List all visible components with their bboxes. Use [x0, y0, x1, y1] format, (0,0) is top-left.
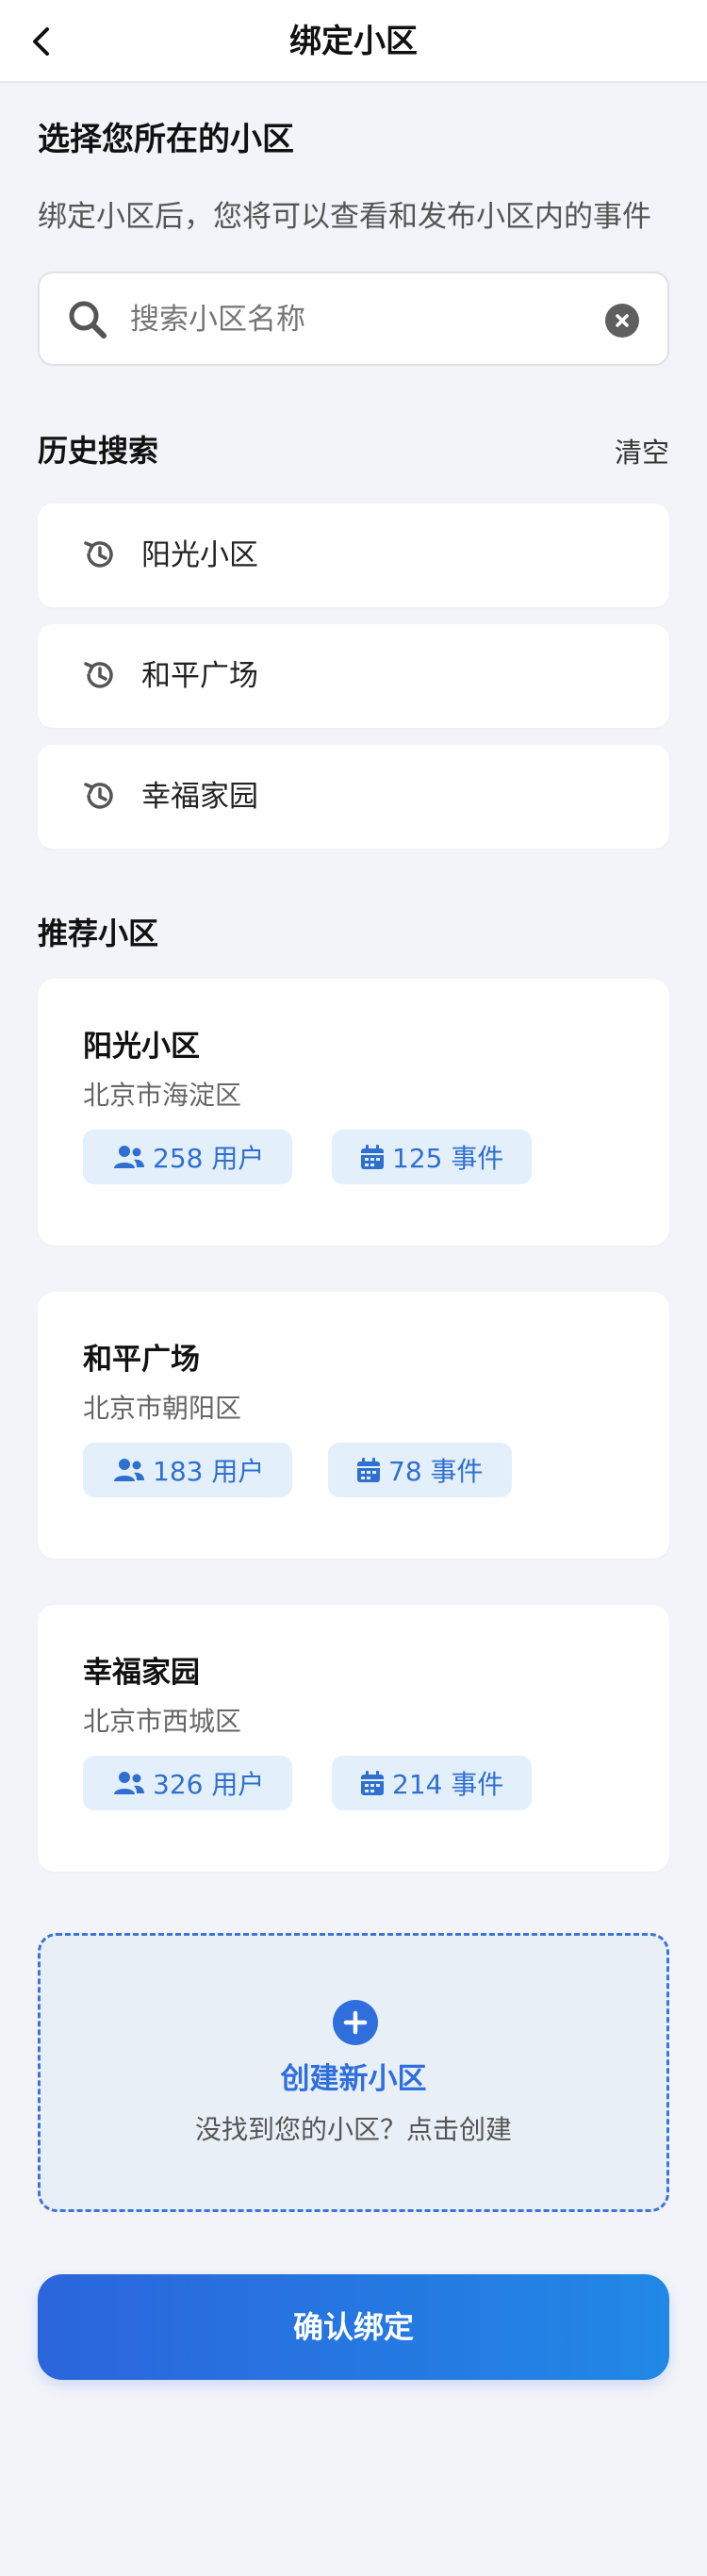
history-item-label: 幸福家园 — [141, 780, 258, 814]
community-card[interactable]: 幸福家园 北京市西城区 326 用户 214 事件 — [38, 1605, 669, 1872]
search-icon — [66, 298, 109, 341]
users-count: 326 用户 — [153, 1769, 265, 1800]
search-box[interactable] — [38, 272, 669, 366]
users-icon — [114, 1772, 144, 1794]
search-input[interactable] — [130, 298, 583, 341]
community-address: 北京市朝阳区 — [83, 1393, 242, 1424]
recommended-heading: 推荐小区 — [38, 916, 159, 951]
history-item[interactable]: 和平广场 — [38, 624, 669, 728]
calendar-icon — [361, 1771, 384, 1795]
events-count: 125 事件 — [392, 1143, 504, 1174]
events-badge: 214 事件 — [332, 1756, 533, 1810]
community-name: 幸福家园 — [83, 1656, 200, 1690]
history-icon — [81, 536, 119, 573]
users-count: 258 用户 — [153, 1143, 265, 1174]
community-address: 北京市海淀区 — [83, 1080, 242, 1111]
history-icon — [81, 656, 119, 694]
calendar-icon — [357, 1458, 380, 1482]
history-icon — [81, 777, 119, 815]
create-community-title: 创建新小区 — [280, 2062, 427, 2096]
users-badge: 326 用户 — [83, 1756, 293, 1810]
events-badge: 78 事件 — [328, 1443, 512, 1497]
intro-heading: 选择您所在的小区 — [38, 121, 294, 158]
clear-search-button[interactable] — [605, 304, 639, 338]
community-address: 北京市西城区 — [83, 1706, 242, 1737]
history-item[interactable]: 幸福家园 — [38, 745, 669, 849]
events-count: 214 事件 — [392, 1769, 504, 1800]
close-circle-icon — [616, 314, 629, 327]
history-item-label: 阳光小区 — [141, 538, 258, 572]
users-icon — [114, 1459, 144, 1481]
users-badge: 258 用户 — [83, 1130, 293, 1184]
users-badge: 183 用户 — [83, 1443, 293, 1497]
community-card[interactable]: 阳光小区 北京市海淀区 258 用户 125 事件 — [38, 979, 669, 1246]
community-name: 和平广场 — [83, 1343, 200, 1377]
top-navigation-bar: 绑定小区 — [0, 0, 707, 83]
create-community-button[interactable]: 创建新小区 没找到您的小区？点击创建 — [38, 1933, 669, 2212]
community-card[interactable]: 和平广场 北京市朝阳区 183 用户 78 事件 — [38, 1292, 669, 1559]
create-community-subtitle: 没找到您的小区？点击创建 — [194, 2114, 512, 2145]
history-heading: 历史搜索 — [38, 433, 159, 469]
intro-description: 绑定小区后，您将可以查看和发布小区内的事件 — [38, 200, 651, 234]
users-count: 183 用户 — [153, 1456, 265, 1487]
history-item-label: 和平广场 — [141, 659, 258, 693]
calendar-icon — [361, 1145, 384, 1169]
events-count: 78 事件 — [388, 1456, 484, 1487]
plus-circle-icon — [333, 2000, 378, 2045]
community-name: 阳光小区 — [83, 1030, 200, 1064]
users-icon — [114, 1146, 144, 1168]
history-item[interactable]: 阳光小区 — [38, 504, 669, 607]
events-badge: 125 事件 — [332, 1130, 533, 1184]
confirm-bind-button[interactable]: 确认绑定 — [38, 2274, 669, 2380]
clear-history-button[interactable]: 清空 — [615, 432, 669, 473]
page-title: 绑定小区 — [289, 23, 418, 60]
